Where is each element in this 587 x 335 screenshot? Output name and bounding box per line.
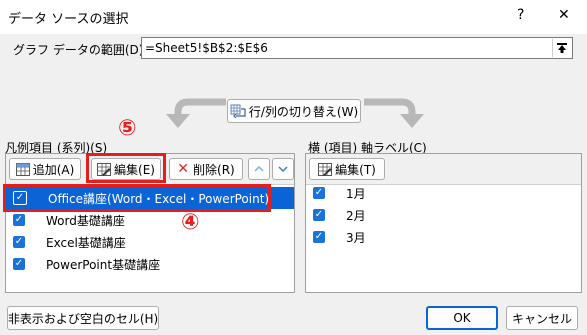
- axis-item-label: 2月: [346, 208, 366, 223]
- axis-list-item[interactable]: ✓ 3月: [306, 226, 366, 248]
- collapse-range-button[interactable]: [552, 39, 571, 57]
- add-table-icon: [15, 162, 30, 176]
- edit-table-icon: [97, 162, 112, 176]
- edit-table-icon: [318, 162, 333, 176]
- legend-panel: 追加(A) 編集(E) ✕ 削除(R) ✓ Office講座(Word・Exce…: [5, 153, 295, 293]
- swap-left-arrow-icon: [166, 98, 226, 128]
- axis-item-label: 1月: [346, 186, 366, 201]
- cancel-button[interactable]: キャンセル: [506, 306, 578, 330]
- legend-item-label: Word基礎講座: [46, 213, 125, 228]
- switch-row-column-button[interactable]: 行/列の切り替え(W): [227, 99, 361, 123]
- edit-series-label: 編集(E): [114, 162, 155, 177]
- delete-series-button[interactable]: ✕ 削除(R): [169, 158, 243, 180]
- range-input[interactable]: =Sheet5!$B$2:$E$6: [141, 37, 573, 59]
- delete-x-icon: ✕: [177, 161, 190, 177]
- edit-axis-label: 編集(T): [335, 162, 376, 177]
- ok-label: OK: [453, 311, 471, 325]
- checkbox-checked-icon[interactable]: ✓: [13, 214, 25, 226]
- help-button[interactable]: ?: [517, 7, 524, 23]
- legend-list-item[interactable]: ✓ Excel基礎講座: [6, 231, 126, 253]
- checkbox-checked-icon[interactable]: ✓: [13, 258, 25, 270]
- switch-icon: [230, 104, 246, 118]
- move-down-button[interactable]: [272, 158, 294, 180]
- step-4-marker: ④: [181, 210, 200, 235]
- checkbox-checked-icon[interactable]: ✓: [313, 209, 325, 221]
- add-series-label: 追加(A): [32, 162, 75, 177]
- checkbox-checked-icon[interactable]: ✓: [313, 231, 325, 243]
- title-bar: データ ソースの選択 ? ✕: [0, 0, 587, 34]
- hidden-empty-cells-label: 非表示および空白のセル(H): [7, 311, 159, 326]
- legend-item-label: PowerPoint基礎講座: [46, 257, 161, 272]
- collapse-up-icon: [557, 43, 567, 53]
- delete-series-label: 削除(R): [193, 162, 235, 177]
- add-series-button[interactable]: 追加(A): [9, 158, 81, 180]
- chevron-up-icon: [254, 165, 264, 172]
- checkbox-checked-icon[interactable]: ✓: [313, 187, 325, 199]
- axis-list-item[interactable]: ✓ 2月: [306, 204, 366, 226]
- hidden-empty-cells-button[interactable]: 非表示および空白のセル(H): [7, 306, 159, 330]
- switch-row-column-label: 行/列の切り替え(W): [248, 104, 359, 119]
- selection-highlight-box: [3, 184, 271, 212]
- ok-button[interactable]: OK: [426, 306, 498, 330]
- axis-panel: 編集(T) ✓ 1月 ✓ 2月 ✓ 3月: [305, 153, 582, 293]
- edit-axis-button[interactable]: 編集(T): [309, 158, 385, 180]
- legend-list-item[interactable]: ✓ Word基礎講座: [6, 209, 125, 231]
- edit-series-button[interactable]: 編集(E): [91, 158, 161, 180]
- axis-item-label: 3月: [346, 230, 366, 245]
- swap-right-arrow-icon: [364, 98, 424, 128]
- range-input-value: =Sheet5!$B$2:$E$6: [145, 41, 268, 55]
- checkbox-checked-icon[interactable]: ✓: [13, 236, 25, 248]
- window-title: データ ソースの選択: [8, 12, 129, 27]
- legend-list-item[interactable]: ✓ PowerPoint基礎講座: [6, 253, 160, 275]
- axis-list-item[interactable]: ✓ 1月: [306, 182, 366, 204]
- close-button[interactable]: ✕: [558, 7, 570, 23]
- cancel-label: キャンセル: [511, 311, 572, 326]
- step-5-marker: ⑤: [118, 116, 137, 141]
- move-up-button[interactable]: [248, 158, 270, 180]
- legend-item-label: Excel基礎講座: [46, 235, 126, 250]
- chevron-down-icon: [278, 166, 288, 173]
- range-label: グラフ データの範囲(D):: [13, 43, 148, 57]
